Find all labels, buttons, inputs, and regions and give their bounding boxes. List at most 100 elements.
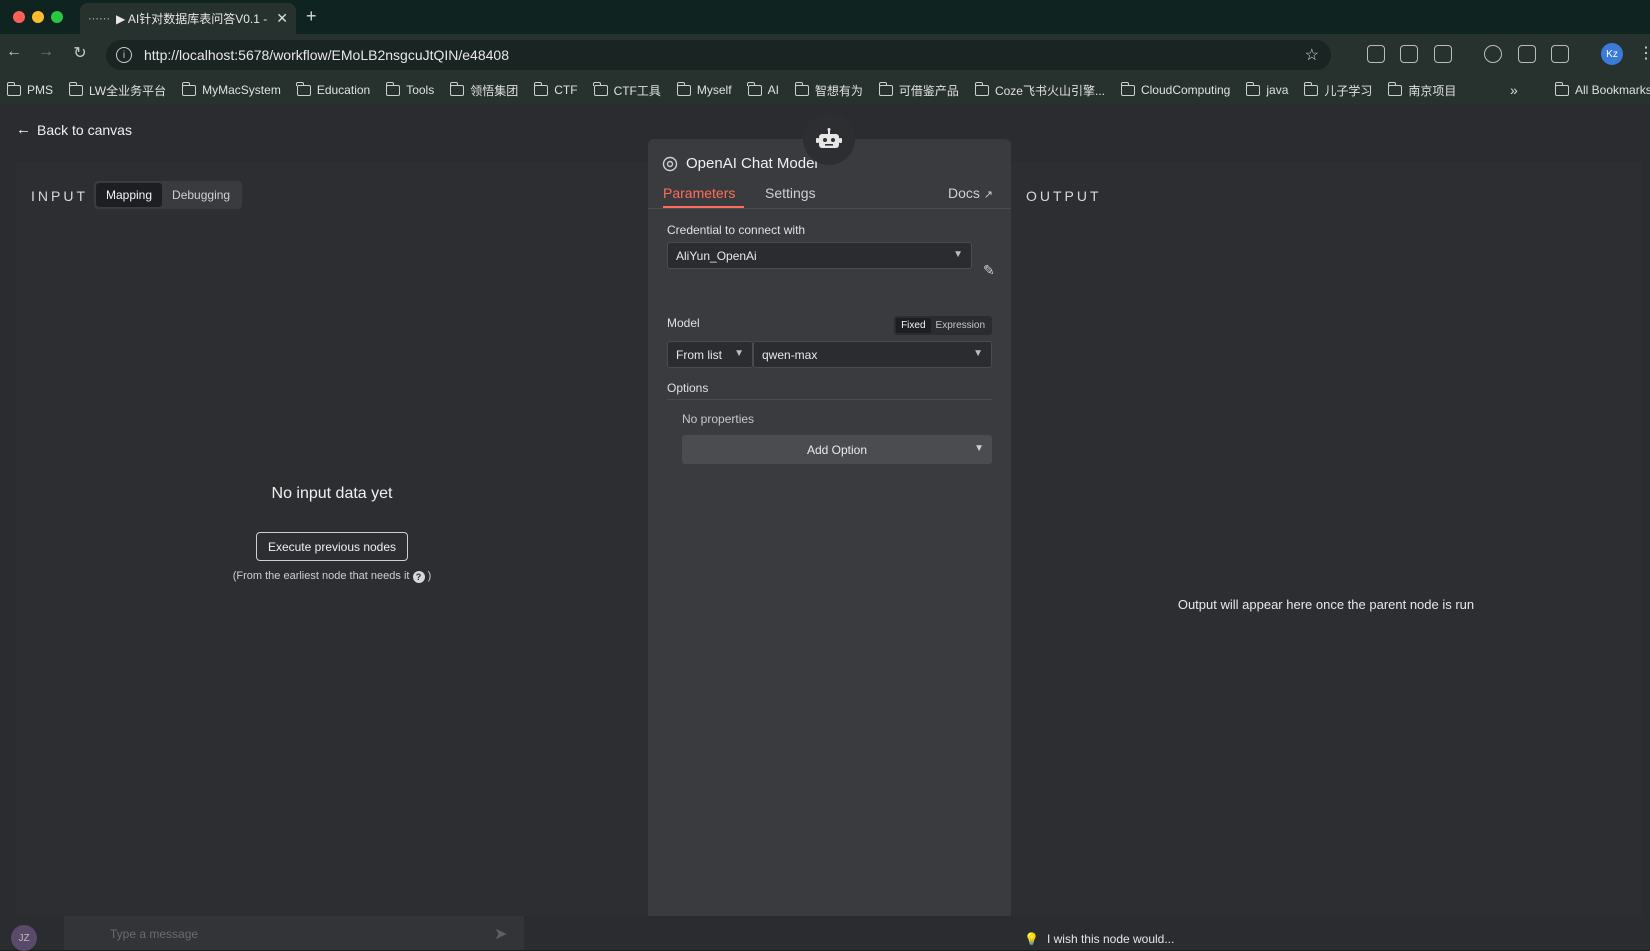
node-title[interactable]: OpenAI Chat Model [686, 155, 818, 172]
bookmark-folder[interactable]: 儿子学习 [1303, 81, 1372, 99]
side-panel-icon[interactable] [1551, 45, 1569, 63]
bookmark-folder[interactable]: AI [747, 81, 779, 97]
mapping-mode-button[interactable]: Mapping [96, 183, 163, 207]
bookmark-folder[interactable]: PMS [6, 81, 53, 97]
all-bookmarks[interactable]: All Bookmarks [1554, 81, 1650, 97]
folder-icon [1387, 81, 1403, 96]
input-title: INPUT [31, 188, 88, 204]
bookmark-folder[interactable]: 领悟集团 [449, 81, 518, 99]
folder-icon [1245, 81, 1261, 96]
bookmark-folder[interactable]: MyMacSystem [181, 81, 281, 97]
site-info-icon[interactable]: i [116, 47, 132, 63]
options-divider [667, 399, 992, 400]
forward-nav-icon[interactable]: → [34, 43, 58, 61]
camera-extension-icon[interactable] [1367, 45, 1385, 63]
help-icon[interactable]: ? [412, 571, 425, 583]
send-icon[interactable]: ➤ [494, 924, 507, 944]
folder-icon [68, 81, 84, 96]
folder-icon [1554, 81, 1569, 96]
fixed-mode-button[interactable]: Fixed [896, 318, 931, 333]
options-label: Options [667, 381, 709, 395]
output-panel: OUTPUT Output will appear here once the … [1010, 162, 1642, 918]
browser-tab[interactable]: ⋯⋯ ▶ AI针对数据库表问答V0.1 - n8n ✕ [80, 3, 296, 34]
screenshot-extension-icon[interactable] [1484, 45, 1502, 63]
tab-parameters[interactable]: Parameters [663, 185, 744, 208]
profile-avatar[interactable]: Kz [1601, 43, 1623, 65]
bottom-bar: JZ Type a message ➤ 💡 I wish this node w… [0, 916, 1650, 951]
node-header: OpenAI Chat Model [662, 155, 818, 172]
bookmark-folder[interactable]: Tools [385, 81, 434, 97]
bookmark-folder[interactable]: 南京项目 [1387, 81, 1456, 99]
bookmark-folder[interactable]: Education [296, 81, 370, 97]
feedback-link[interactable]: 💡 I wish this node would... [1024, 932, 1174, 946]
new-tab-icon[interactable]: + [306, 6, 317, 27]
docs-link[interactable]: Docs ↗ [948, 185, 993, 201]
fixed-expression-toggle: Fixed Expression [894, 316, 992, 335]
folder-icon [676, 81, 691, 96]
bookmark-folder[interactable]: Coze飞书火山引擎... [974, 81, 1105, 99]
lightbulb-icon: 💡 [1024, 932, 1039, 946]
bookmark-folder[interactable]: LW全业务平台 [68, 81, 166, 99]
edit-credential-icon[interactable]: ✎ [983, 262, 995, 279]
chevron-down-icon: ▼ [973, 348, 983, 359]
folder-icon [6, 81, 21, 96]
node-parameters-panel: OpenAI Chat Model Parameters Settings Do… [648, 139, 1011, 939]
qr-code-icon[interactable] [1518, 45, 1536, 63]
output-empty-message: Output will appear here once the parent … [1177, 597, 1475, 612]
arrow-left-icon: ← [16, 121, 31, 138]
chevron-down-icon: ▼ [734, 348, 744, 359]
workflow-icon: ⋯⋯ [88, 13, 110, 25]
node-tabs: Parameters Settings Docs ↗ [648, 185, 1011, 209]
more-bookmarks-icon[interactable]: » [1510, 82, 1518, 98]
maximize-window-button[interactable] [51, 11, 63, 23]
folder-icon [181, 81, 197, 96]
execute-previous-nodes-button[interactable]: Execute previous nodes [256, 532, 408, 561]
url-text: http://localhost:5678/workflow/EMoLB2nsg… [144, 47, 509, 63]
close-tab-icon[interactable]: ✕ [276, 10, 288, 27]
extensions-puzzle-icon[interactable] [1434, 45, 1452, 63]
folder-icon [974, 81, 989, 96]
no-input-heading: No input data yet [271, 485, 393, 502]
user-avatar[interactable]: JZ [11, 925, 37, 951]
folder-icon [1303, 81, 1319, 96]
tab-title: ▶ AI针对数据库表问答V0.1 - n8n [116, 12, 270, 26]
minimize-window-button[interactable] [32, 11, 44, 23]
no-properties-text: No properties [682, 412, 755, 426]
model-label: Model [667, 316, 700, 330]
bookmark-folder[interactable]: CloudComputing [1120, 81, 1230, 97]
browser-tabbar: ⋯⋯ ▶ AI针对数据库表问答V0.1 - n8n ✕ + [0, 0, 1650, 34]
reader-extension-icon[interactable] [1400, 45, 1418, 63]
address-bar-row: ← → ↻ i http://localhost:5678/workflow/E… [0, 34, 1650, 76]
folder-icon [878, 81, 893, 96]
external-link-icon: ↗ [983, 189, 994, 201]
tab-settings[interactable]: Settings [765, 185, 816, 201]
folder-icon [1120, 81, 1135, 96]
reload-icon[interactable]: ↻ [68, 43, 92, 63]
back-to-canvas-link[interactable]: ← Back to canvas [16, 121, 132, 138]
output-title: OUTPUT [1026, 188, 1102, 204]
bookmarks-bar: PMS LW全业务平台 MyMacSystem Education Tools … [0, 76, 1650, 104]
folder-icon [533, 81, 549, 96]
bookmark-folder[interactable]: CTF工具 [593, 81, 661, 99]
bookmark-folder[interactable]: Myself [676, 81, 732, 97]
bookmark-folder[interactable]: 智想有为 [794, 81, 863, 99]
expression-mode-button[interactable]: Expression [931, 318, 990, 333]
browser-menu-icon[interactable]: ⋮ [1638, 43, 1650, 63]
model-select[interactable]: qwen-max ▼ [753, 341, 992, 368]
bookmark-folder[interactable]: 可借鉴产品 [878, 81, 959, 99]
debugging-mode-button[interactable]: Debugging [162, 183, 240, 207]
folder-icon [747, 81, 762, 96]
back-nav-icon[interactable]: ← [2, 43, 26, 61]
chevron-down-icon: ▼ [953, 249, 963, 260]
bookmark-folder[interactable]: CTF [533, 81, 578, 97]
add-option-button[interactable]: Add Option ▼ [682, 435, 992, 464]
bookmark-folder[interactable]: java [1245, 81, 1288, 97]
node-details-view: ← Back to canvas INPUT Mapping Debugging… [0, 104, 1650, 951]
close-window-button[interactable] [13, 11, 25, 23]
url-field[interactable]: i http://localhost:5678/workflow/EMoLB2n… [106, 40, 1331, 70]
credential-select[interactable]: AliYun_OpenAi ▼ [667, 242, 972, 269]
bookmark-star-icon[interactable]: ☆ [1305, 45, 1319, 65]
chevron-down-icon: ▼ [974, 443, 984, 454]
input-mode-toggle: Mapping Debugging [94, 181, 243, 209]
model-mode-select[interactable]: From list ▼ [667, 341, 753, 368]
